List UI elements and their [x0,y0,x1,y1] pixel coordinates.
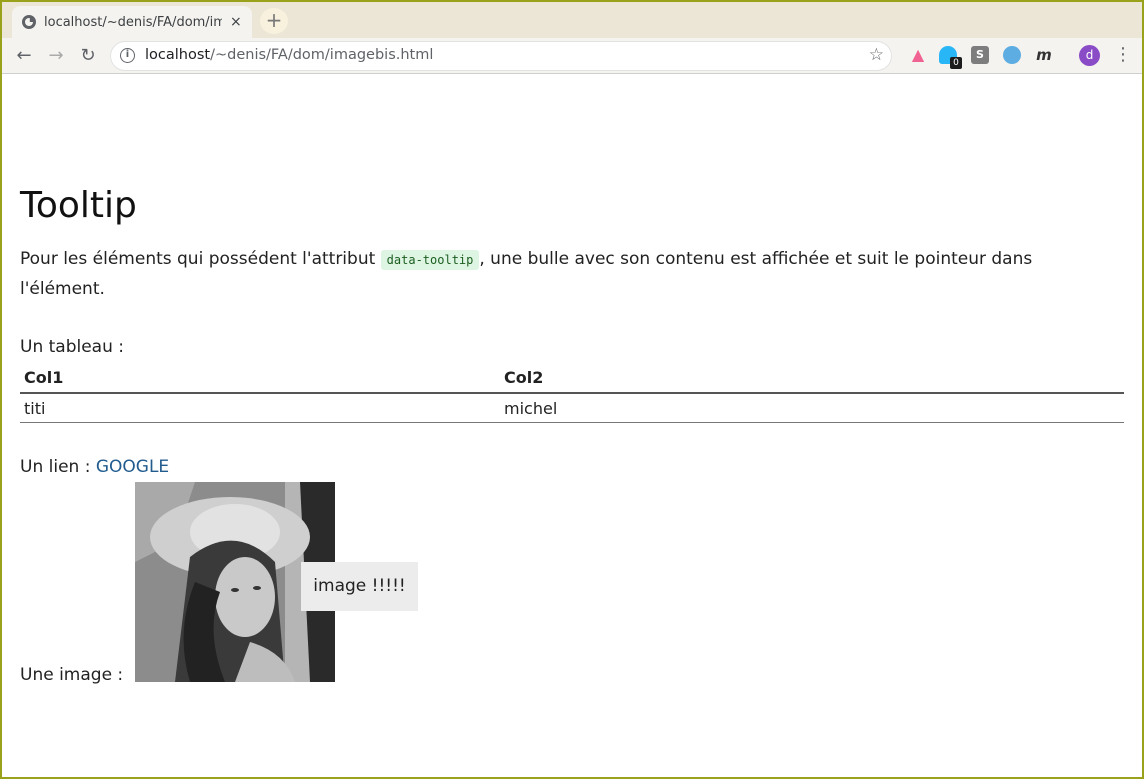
column-header: Col2 [500,362,1124,394]
forward-arrow-icon[interactable]: → [44,44,68,68]
extension-badge: 0 [950,57,962,69]
url-text[interactable]: localhost/~denis/FA/dom/imagebis.html [145,47,433,63]
table-cell: titi [20,393,500,423]
image-label: Une image : [20,665,124,685]
bookmark-star-icon[interactable]: ☆ [869,45,884,65]
info-icon[interactable]: i [120,48,135,63]
table-cell: michel [500,393,1124,423]
attribute-code: data-tooltip [380,250,480,270]
browser-tab[interactable]: localhost/~denis/FA/dom/imagebis.html × [12,6,252,38]
new-tab-button[interactable]: + [260,8,288,34]
page-content: Tooltip Pour les éléments qui possédent … [2,75,1142,777]
browser-toolbar: ← → ↻ i localhost/~denis/FA/dom/imagebis… [2,38,1142,74]
s-extension-icon[interactable]: S [971,46,989,64]
table-label: Un tableau : [20,337,125,357]
tab-title: localhost/~denis/FA/dom/imagebis.html [44,14,222,30]
close-icon[interactable]: × [230,14,242,30]
url-path: /~denis/FA/dom/imagebis.html [210,47,434,63]
tooltip-bubble: image !!!!! [301,562,418,611]
table-header-row: Col1 Col2 [20,362,1124,394]
bird-extension-icon[interactable] [1003,46,1021,64]
address-bar[interactable]: i localhost/~denis/FA/dom/imagebis.html … [110,41,892,71]
table-row: titi michel [20,393,1124,423]
browser-window: localhost/~denis/FA/dom/imagebis.html × … [0,0,1144,779]
data-table: Col1 Col2 titi michel [20,362,1124,423]
globe-icon [22,15,36,29]
menu-dots-icon[interactable]: ⋮ [1114,44,1132,66]
m-extension-icon[interactable]: m [1035,46,1053,64]
link-label: Un lien : [20,457,96,477]
back-arrow-icon[interactable]: ← [12,44,36,68]
tab-strip: localhost/~denis/FA/dom/imagebis.html × … [2,2,1142,38]
google-link[interactable]: GOOGLE [96,457,169,477]
reload-icon[interactable]: ↻ [76,44,100,68]
profile-avatar[interactable]: d [1079,45,1100,66]
link-line: Un lien : GOOGLE [20,457,169,477]
intro-text-before: Pour les éléments qui possédent l'attrib… [20,249,381,269]
column-header: Col1 [20,362,500,394]
page-title: Tooltip [20,185,137,226]
pink-extension-icon[interactable]: ▲ [909,46,927,64]
url-host: localhost [145,47,211,63]
intro-paragraph: Pour les éléments qui possédent l'attrib… [20,245,1100,304]
